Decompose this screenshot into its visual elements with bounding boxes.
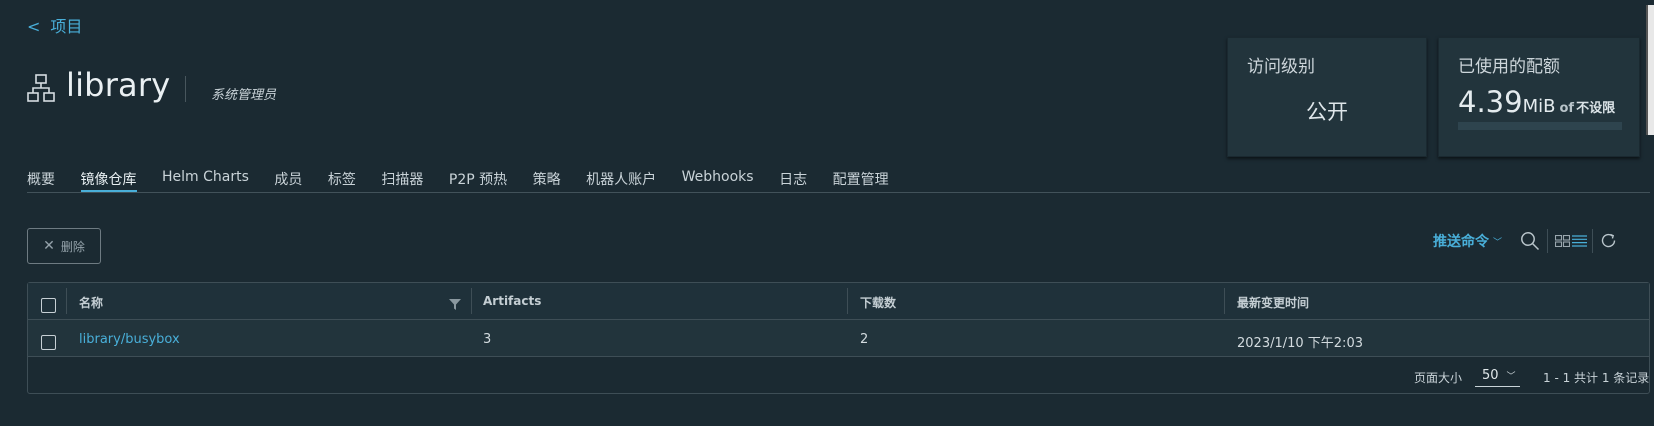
- tab-configuration[interactable]: 配置管理: [833, 157, 889, 193]
- window-edge: [1646, 5, 1654, 135]
- table-header: 名称 Artifacts 下载数 最新变更时间: [28, 283, 1649, 320]
- tab-robot-accounts[interactable]: 机器人账户: [586, 157, 656, 193]
- access-level-title: 访问级别: [1247, 57, 1315, 77]
- page-size-label: 页面大小: [1414, 371, 1463, 385]
- user-role-label: 系统管理员: [211, 88, 277, 103]
- delete-button[interactable]: ✕ 删除: [27, 228, 101, 264]
- select-all-checkbox[interactable]: [41, 298, 56, 313]
- page-title: library: [66, 66, 171, 104]
- table-footer: 页面大小 50 ﹀ 1 - 1 共计 1 条记录: [28, 358, 1649, 394]
- card-view-icon[interactable]: [1555, 235, 1570, 247]
- quota-card: 已使用的配额 4.39MiB of 不设限: [1438, 37, 1640, 157]
- tab-members[interactable]: 成员: [274, 157, 302, 193]
- push-command-label: 推送命令: [1433, 234, 1489, 250]
- pagination-summary: 1 - 1 共计 1 条记录: [1543, 371, 1650, 385]
- project-tabs: 概要 镜像仓库 Helm Charts 成员 标签 扫描器 P2P 预热 策略 …: [27, 157, 914, 193]
- tab-repositories[interactable]: 镜像仓库: [80, 157, 137, 193]
- list-view-icon[interactable]: [1572, 235, 1587, 247]
- quota-value: 4.39MiB of 不设限: [1458, 85, 1615, 119]
- artifacts-count: 3: [483, 332, 492, 347]
- row-checkbox[interactable]: [41, 335, 56, 350]
- filter-icon[interactable]: [449, 299, 461, 310]
- repository-table: 名称 Artifacts 下载数 最新变更时间 library/busybox …: [27, 282, 1650, 394]
- column-header-last-modified[interactable]: 最新变更时间: [1237, 294, 1309, 311]
- back-to-projects-link[interactable]: < 项目: [27, 13, 82, 37]
- tab-policy[interactable]: 策略: [533, 157, 561, 193]
- column-divider: [66, 288, 67, 314]
- chevron-down-icon: ﹀: [1493, 237, 1503, 248]
- back-link-label: 项目: [50, 17, 83, 36]
- repository-name-link[interactable]: library/busybox: [79, 332, 180, 347]
- page-size-select[interactable]: 50 ﹀: [1475, 365, 1520, 387]
- tabs-divider: [27, 192, 1650, 193]
- access-level-card: 访问级别 公开: [1227, 37, 1427, 157]
- title-divider: [185, 76, 186, 102]
- quota-of: of: [1559, 101, 1575, 116]
- quota-used: 4.39: [1458, 85, 1523, 119]
- close-icon: ✕: [43, 238, 55, 254]
- toolbar-divider: [1547, 229, 1548, 253]
- download-count: 2: [860, 332, 869, 347]
- column-header-name[interactable]: 名称: [79, 294, 103, 311]
- tab-webhooks[interactable]: Webhooks: [682, 157, 754, 193]
- quota-limit: 不设限: [1576, 101, 1616, 116]
- quota-progress-bar: [1458, 122, 1622, 130]
- delete-button-label: 删除: [60, 239, 85, 254]
- search-icon[interactable]: [1520, 231, 1540, 251]
- column-header-downloads[interactable]: 下载数: [860, 294, 896, 311]
- table-row: library/busybox 3 2 2023/1/10 下午2:03: [28, 320, 1649, 357]
- project-hierarchy-icon: [27, 74, 55, 102]
- chevron-down-icon: ﹀: [1506, 372, 1516, 382]
- last-modified-time: 2023/1/10 下午2:03: [1237, 336, 1363, 351]
- tab-helm-charts[interactable]: Helm Charts: [162, 157, 249, 193]
- refresh-icon[interactable]: [1600, 232, 1617, 249]
- tab-logs[interactable]: 日志: [779, 157, 807, 193]
- tab-p2p-preheat[interactable]: P2P 预热: [449, 157, 507, 193]
- tab-labels[interactable]: 标签: [328, 157, 356, 193]
- quota-title: 已使用的配额: [1458, 57, 1560, 77]
- access-level-value: 公开: [1306, 100, 1348, 124]
- toolbar-divider: [1592, 229, 1593, 253]
- quota-unit: MiB: [1522, 96, 1556, 117]
- tab-summary[interactable]: 概要: [27, 157, 55, 193]
- page-size-value: 50: [1482, 368, 1499, 383]
- column-divider: [1224, 288, 1225, 314]
- column-header-artifacts[interactable]: Artifacts: [483, 294, 541, 308]
- column-divider: [471, 288, 472, 314]
- column-divider: [847, 288, 848, 314]
- tab-scanner[interactable]: 扫描器: [381, 157, 423, 193]
- chevron-left-icon: <: [27, 17, 41, 36]
- push-command-dropdown[interactable]: 推送命令 ﹀: [1433, 231, 1502, 251]
